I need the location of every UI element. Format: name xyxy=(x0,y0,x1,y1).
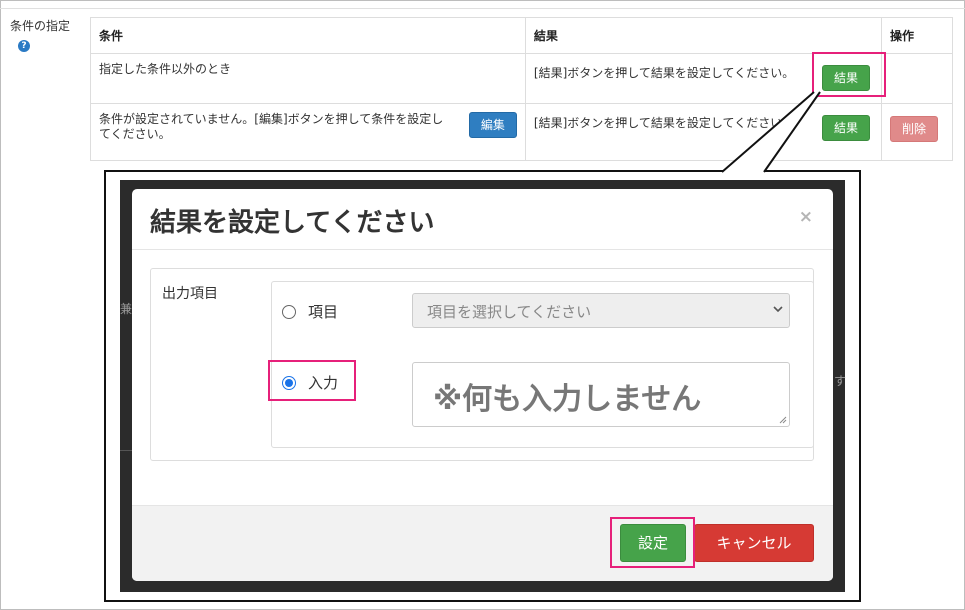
top-divider xyxy=(0,8,965,9)
edit-button[interactable]: 編集 xyxy=(468,112,517,138)
output-field-label: 出力項目 xyxy=(162,286,218,302)
input-textarea-value: ※何も入力しません xyxy=(433,382,702,417)
result-setting-modal: 結果を設定してください × 出力項目 項目 項目を選択してください 入力 ※何も… xyxy=(132,189,833,581)
condition-text: 指定した条件以外のとき xyxy=(99,62,232,76)
modal-footer: 設定 キャンセル xyxy=(132,505,833,581)
condition-text: 条件が設定されていません。[編集]ボタンを押して条件を設定してください。 xyxy=(99,112,444,141)
backdrop-ghost-text: す xyxy=(834,374,847,388)
result-text: [結果]ボタンを押して結果を設定してください。 xyxy=(533,116,795,130)
result-cell: [結果]ボタンを押して結果を設定してください。 結果 xyxy=(524,103,883,161)
close-icon[interactable]: × xyxy=(799,207,813,227)
radio-item-label: 項目 xyxy=(308,303,339,321)
table-row: 条件が設定されていません。[編集]ボタンを押して条件を設定してください。 編集 … xyxy=(90,103,953,161)
backdrop-ghost-text: 兼 xyxy=(120,302,133,316)
output-field-group: 出力項目 項目 項目を選択してください 入力 ※何も入力しません xyxy=(150,268,814,461)
result-text: [結果]ボタンを押して結果を設定してください。 xyxy=(533,66,795,80)
item-select[interactable]: 項目を選択してください xyxy=(412,293,790,328)
cancel-button[interactable]: キャンセル xyxy=(694,524,814,562)
input-radio-highlight xyxy=(268,360,356,401)
condition-cell: 条件が設定されていません。[編集]ボタンを押して条件を設定してください。 編集 xyxy=(90,103,526,161)
question-circle-icon[interactable]: ? xyxy=(18,40,30,52)
condition-cell: 指定した条件以外のとき xyxy=(90,53,526,104)
table-header-row: 条件 結果 操作 xyxy=(90,17,953,54)
header-result: 結果 xyxy=(524,17,883,54)
radio-item[interactable] xyxy=(282,304,296,319)
result-button-highlight xyxy=(812,52,886,97)
operation-cell: 削除 xyxy=(881,103,953,161)
set-button-highlight xyxy=(610,517,695,568)
item-select-placeholder: 項目を選択してください xyxy=(427,303,592,321)
chevron-down-icon xyxy=(773,306,783,313)
result-button[interactable]: 結果 xyxy=(821,115,870,141)
header-condition: 条件 xyxy=(90,17,526,54)
side-label-text: 条件の指定 xyxy=(10,19,71,33)
modal-title: 結果を設定してください xyxy=(150,208,435,238)
resize-handle-icon[interactable] xyxy=(779,416,787,424)
operation-cell xyxy=(881,53,953,104)
modal-header: 結果を設定してください × xyxy=(132,189,833,250)
header-operation: 操作 xyxy=(881,17,953,54)
radio-item-option[interactable]: 項目 xyxy=(282,301,338,322)
input-textarea[interactable]: ※何も入力しません xyxy=(412,362,790,427)
backdrop-ghost-line xyxy=(120,450,132,451)
delete-button[interactable]: 削除 xyxy=(890,116,939,142)
condition-setting-label: 条件の指定? xyxy=(10,18,72,52)
